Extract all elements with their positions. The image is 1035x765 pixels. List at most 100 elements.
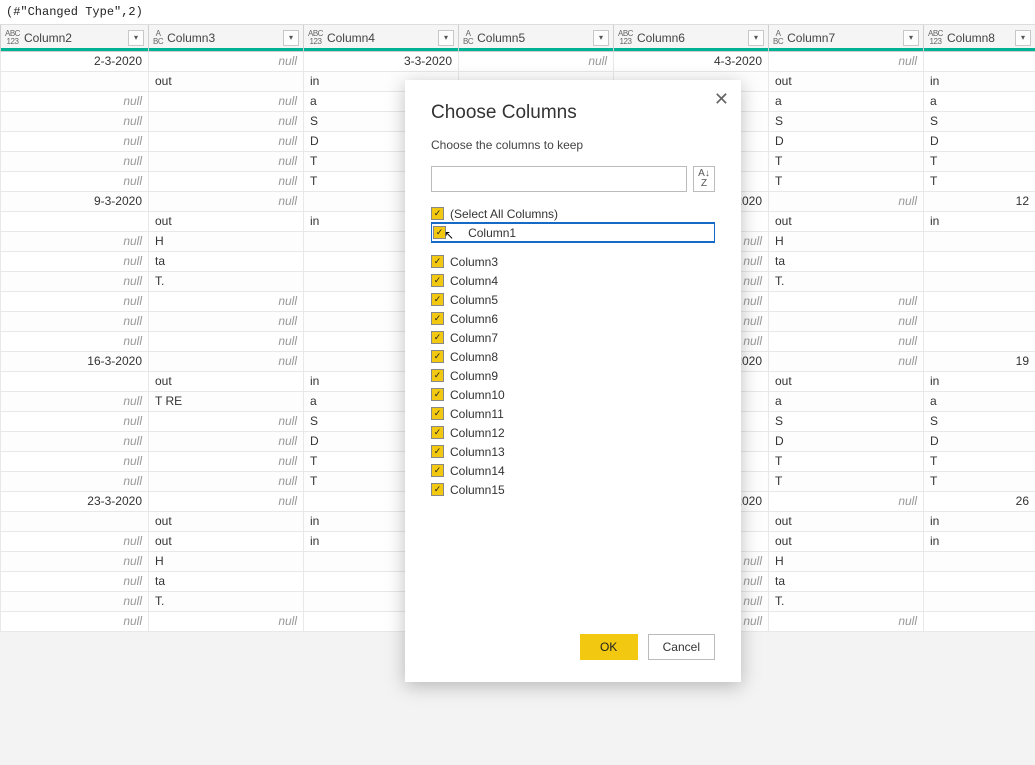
cell[interactable]: null	[1, 391, 149, 411]
column-option-column9[interactable]: Column9	[431, 366, 715, 385]
column-header-column8[interactable]: ABC123Column8▾	[924, 25, 1035, 51]
formula-bar[interactable]: (#"Changed Type",2)	[0, 0, 1035, 25]
cell[interactable]: null	[769, 191, 924, 211]
cell[interactable]: null	[149, 111, 304, 131]
filter-dropdown-icon[interactable]: ▾	[1015, 30, 1031, 46]
cell[interactable]: H	[769, 551, 924, 571]
cell[interactable]	[924, 551, 1035, 571]
ok-button[interactable]: OK	[580, 634, 638, 660]
cell[interactable]: null	[149, 51, 304, 71]
cell[interactable]: null	[149, 91, 304, 111]
cell[interactable]: in	[924, 511, 1035, 531]
cell[interactable]: null	[1, 531, 149, 551]
cell[interactable]: null	[149, 291, 304, 311]
column-header-column4[interactable]: ABC123Column4▾	[304, 25, 459, 51]
cell[interactable]: null	[1, 591, 149, 611]
filter-dropdown-icon[interactable]: ▾	[283, 30, 299, 46]
cell[interactable]: null	[769, 51, 924, 71]
cell[interactable]: T	[769, 471, 924, 491]
cell[interactable]: out	[149, 511, 304, 531]
cell[interactable]: null	[149, 131, 304, 151]
cell[interactable]: null	[1, 611, 149, 631]
filter-dropdown-icon[interactable]: ▾	[903, 30, 919, 46]
cancel-button[interactable]: Cancel	[648, 634, 715, 660]
cell[interactable]: out	[769, 371, 924, 391]
checkbox-icon[interactable]	[431, 274, 444, 287]
cell[interactable]: 26	[924, 491, 1035, 511]
cell[interactable]: 23-3-2020	[1, 491, 149, 511]
cell[interactable]: null	[149, 311, 304, 331]
column-header-column3[interactable]: ABCColumn3▾	[149, 25, 304, 51]
column-option-column12[interactable]: Column12	[431, 423, 715, 442]
cell[interactable]	[924, 571, 1035, 591]
cell[interactable]: null	[149, 151, 304, 171]
cell[interactable]	[924, 611, 1035, 631]
cell[interactable]	[1, 211, 149, 231]
checkbox-icon[interactable]	[431, 483, 444, 496]
checkbox-icon[interactable]	[431, 369, 444, 382]
checkbox-icon[interactable]	[431, 293, 444, 306]
cell[interactable]: T	[769, 151, 924, 171]
cell[interactable]: null	[1, 431, 149, 451]
cell[interactable]: a	[769, 91, 924, 111]
close-icon[interactable]: ✕	[714, 90, 729, 108]
cell[interactable]: D	[769, 131, 924, 151]
filter-dropdown-icon[interactable]: ▾	[128, 30, 144, 46]
cell[interactable]: H	[149, 231, 304, 251]
checkbox-icon[interactable]	[431, 426, 444, 439]
cell[interactable]: null	[1, 451, 149, 471]
checkbox-icon[interactable]	[431, 464, 444, 477]
cell[interactable]: null	[769, 291, 924, 311]
cell[interactable]	[1, 511, 149, 531]
column-option-column13[interactable]: Column13	[431, 442, 715, 461]
cell[interactable]: S	[769, 411, 924, 431]
cell[interactable]: T.	[769, 591, 924, 611]
cell[interactable]: null	[769, 311, 924, 331]
cell[interactable]: H	[149, 551, 304, 571]
cell[interactable]: ta	[149, 571, 304, 591]
checkbox-icon[interactable]	[431, 255, 444, 268]
cell[interactable]: T.	[769, 271, 924, 291]
cell[interactable]: null	[1, 171, 149, 191]
column-option-column7[interactable]: Column7	[431, 328, 715, 347]
cell[interactable]: null	[1, 251, 149, 271]
cell[interactable]: null	[769, 351, 924, 371]
cell[interactable]: null	[1, 411, 149, 431]
cell[interactable]: null	[1, 131, 149, 151]
cell[interactable]: out	[149, 211, 304, 231]
cell[interactable]: 12	[924, 191, 1035, 211]
cell[interactable]: null	[149, 171, 304, 191]
cell[interactable]: null	[149, 431, 304, 451]
cell[interactable]: 3-3-2020	[304, 51, 459, 71]
cell[interactable]: null	[149, 411, 304, 431]
cell[interactable]: null	[1, 471, 149, 491]
table-row[interactable]: 2-3-2020null3-3-2020null4-3-2020null	[1, 51, 1035, 71]
filter-dropdown-icon[interactable]: ▾	[748, 30, 764, 46]
cell[interactable]: null	[1, 271, 149, 291]
cell[interactable]	[1, 71, 149, 91]
cell[interactable]: T RE	[149, 391, 304, 411]
column-header-column7[interactable]: ABCColumn7▾	[769, 25, 924, 51]
cell[interactable]	[924, 271, 1035, 291]
checkbox-icon[interactable]	[431, 388, 444, 401]
cell[interactable]	[1, 371, 149, 391]
cell[interactable]: T.	[149, 591, 304, 611]
cell[interactable]: null	[1, 331, 149, 351]
column-option-column8[interactable]: Column8	[431, 347, 715, 366]
cell[interactable]: T	[769, 171, 924, 191]
cell[interactable]: D	[924, 431, 1035, 451]
cell[interactable]: out	[149, 71, 304, 91]
cell[interactable]: T.	[149, 271, 304, 291]
cell[interactable]: ta	[149, 251, 304, 271]
cell[interactable]: ta	[769, 571, 924, 591]
column-option-column4[interactable]: Column4	[431, 271, 715, 290]
checkbox-icon[interactable]	[431, 445, 444, 458]
checkbox-icon[interactable]	[431, 407, 444, 420]
cell[interactable]: out	[769, 531, 924, 551]
column-option-column14[interactable]: Column14	[431, 461, 715, 480]
cell[interactable]: null	[769, 331, 924, 351]
column-option-column5[interactable]: Column5	[431, 290, 715, 309]
cell[interactable]: in	[924, 531, 1035, 551]
column-option-column6[interactable]: Column6	[431, 309, 715, 328]
cell[interactable]: T	[924, 471, 1035, 491]
